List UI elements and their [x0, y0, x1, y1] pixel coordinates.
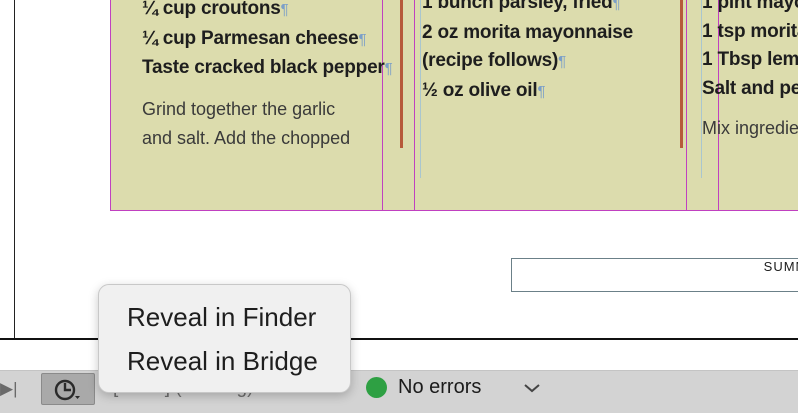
- pilcrow: ¶: [612, 0, 621, 12]
- skip-to-end-icon[interactable]: ▶|: [0, 379, 18, 399]
- ingredient-line: ¼ cup croutons: [142, 0, 281, 19]
- ingredient-line: Salt and pe: [702, 77, 798, 99]
- ingredient-line: 1 tsp morita: [702, 20, 798, 42]
- method-line: and salt. Add the chopped: [142, 127, 351, 148]
- ingredient-line: ¼ cup Parmesan cheese: [142, 27, 359, 49]
- ingredient-line: 1 pint mayo: [702, 0, 798, 13]
- context-menu: Reveal in Finder Reveal in Bridge: [98, 284, 351, 393]
- document-status-icon: [54, 379, 80, 401]
- chevron-down-icon[interactable]: [520, 376, 544, 400]
- pilcrow: ¶: [558, 53, 567, 70]
- summary-frame[interactable]: SUMMI: [511, 258, 798, 292]
- menu-item-reveal-in-bridge[interactable]: Reveal in Bridge: [127, 346, 318, 377]
- text-frame-column-1[interactable]: ¼ cup croutons¶ ¼ cup Parmesan cheese¶ T…: [142, 0, 393, 153]
- ingredient-line: (recipe follows): [422, 50, 559, 71]
- text-frame-column-3[interactable]: 1 pint mayo 1 tsp morita 1 Tbsp lemo Sal…: [702, 0, 798, 143]
- frame-edge: [686, 0, 687, 210]
- column-rule: [400, 0, 403, 148]
- frame-edge: [414, 0, 415, 210]
- pilcrow: ¶: [280, 1, 289, 18]
- ingredient-line: Taste cracked black pepper: [142, 57, 385, 78]
- ingredient-line: 2 oz morita mayonnaise: [422, 21, 634, 43]
- frame-edge: [110, 0, 111, 210]
- page-edge: [14, 0, 15, 340]
- guide-line: [420, 0, 421, 178]
- text-frame-column-2[interactable]: 1 bunch parsley, fried¶ 2 oz morita mayo…: [422, 0, 633, 106]
- method-line: Mix ingredie: [702, 118, 798, 138]
- method-line: Grind together the garlic: [142, 98, 336, 119]
- frame-edge: [110, 210, 798, 211]
- pilcrow: ¶: [537, 82, 546, 100]
- menu-item-reveal-in-finder[interactable]: Reveal in Finder: [127, 302, 316, 333]
- preflight-status-text[interactable]: No errors: [398, 376, 481, 399]
- column-rule: [680, 0, 683, 148]
- pilcrow: ¶: [384, 60, 393, 77]
- document-status-button[interactable]: [41, 373, 95, 405]
- summary-label: SUMMI: [763, 259, 798, 274]
- ingredient-line: 1 bunch parsley, fried: [422, 0, 613, 13]
- pilcrow: ¶: [358, 30, 367, 48]
- ingredient-line: ½ oz olive oil: [422, 79, 538, 101]
- status-indicator-icon: [366, 377, 387, 398]
- ingredient-line: 1 Tbsp lemo: [702, 49, 798, 70]
